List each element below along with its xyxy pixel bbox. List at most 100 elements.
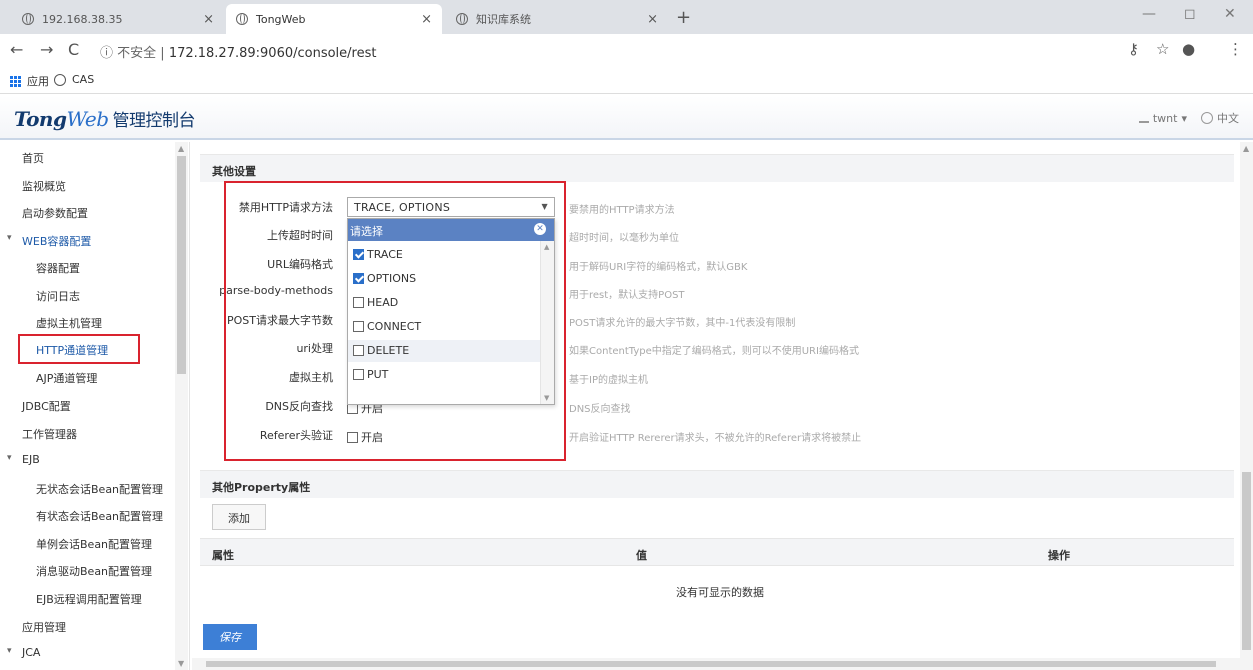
address-bar: ← → C ⓘ 不安全 | 172.18.27.89:9060/console/… (0, 34, 1253, 66)
browser-tab-1[interactable]: 192.168.38.35 × (12, 4, 224, 34)
add-button[interactable]: 添加 (212, 504, 266, 530)
tab-title: 192.168.38.35 (42, 12, 123, 26)
globe-icon (22, 13, 34, 25)
key-icon[interactable]: ⚷ (1128, 40, 1139, 58)
sidebar-item-ejb-remote[interactable]: EJB远程调用配置管理 (36, 591, 142, 607)
sidebar-item-virtual-host[interactable]: 虚拟主机管理 (36, 315, 102, 331)
section-property: 其他Property属性 (200, 470, 1234, 498)
close-icon[interactable]: × (647, 12, 658, 27)
url-text: 172.18.27.89:9060/console/rest (168, 46, 377, 61)
chevron-down-icon[interactable]: ▾ (1181, 112, 1187, 125)
insecure-label: 不安全 (117, 46, 157, 61)
sidebar-item-home[interactable]: 首页 (22, 150, 44, 166)
app-header: TongWeb 管理控制台 twnt ▾ 中文 (0, 96, 1253, 140)
logo: TongWeb 管理控制台 (14, 106, 196, 131)
sidebar-item-app-manage[interactable]: 应用管理 (22, 619, 66, 635)
sidebar-item-access-log[interactable]: 访问日志 (36, 288, 80, 304)
column-header-property[interactable]: 属性 (212, 547, 234, 563)
globe-icon (1201, 112, 1213, 124)
sidebar-item-container-config[interactable]: 容器配置 (36, 260, 80, 276)
sidebar-item-stateful-bean[interactable]: 有状态会话Bean配置管理 (36, 508, 163, 524)
sidebar-group-ejb[interactable]: ▾ EJB (7, 453, 40, 466)
close-icon[interactable]: × (203, 12, 214, 27)
scroll-down-icon[interactable]: ▼ (178, 659, 184, 668)
sidebar-group-label: EJB (22, 453, 40, 466)
user-info: twnt ▾ 中文 (1138, 110, 1239, 126)
bookmark-label: CAS (72, 73, 95, 86)
empty-table-message: 没有可显示的数据 (676, 586, 764, 599)
column-header-action[interactable]: 操作 (1048, 547, 1070, 563)
user-icon (1138, 113, 1149, 123)
restore-icon[interactable]: ◻ (1184, 6, 1196, 22)
sidebar-scrollbar[interactable]: ▲ ▼ (175, 142, 188, 670)
save-button[interactable]: 保存 (203, 624, 257, 650)
column-header-value[interactable]: 值 (636, 547, 647, 563)
scroll-thumb[interactable] (1242, 472, 1251, 650)
forward-icon[interactable]: → (40, 40, 53, 59)
sidebar-group-jca[interactable]: ▾ JCA (7, 646, 41, 659)
user-menu[interactable]: twnt (1153, 112, 1178, 125)
sidebar-item-singleton-bean[interactable]: 单例会话Bean配置管理 (36, 536, 152, 552)
sidebar-item-mdb[interactable]: 消息驱动Bean配置管理 (36, 563, 152, 579)
field-hint: 用于解码URI字符的编码格式，默认GBK (569, 262, 748, 273)
sidebar: 首页 监视概览 启动参数配置 ▾ WEB容器配置 容器配置 访问日志 虚拟主机管理… (0, 142, 190, 670)
main-content: 其他设置 禁用HTTP请求方法 上传超时时间 URL编码格式 parse-bod… (192, 142, 1240, 670)
sidebar-item-jdbc[interactable]: JDBC配置 (22, 398, 71, 414)
scroll-up-icon[interactable]: ▲ (1243, 144, 1249, 153)
logo-web: Web (66, 107, 109, 131)
field-hint: 基于IP的虚拟主机 (569, 375, 648, 386)
scroll-up-icon[interactable]: ▲ (178, 144, 184, 153)
star-icon[interactable]: ☆ (1156, 40, 1169, 58)
expand-arrow-icon: ▾ (7, 233, 12, 243)
expand-arrow-icon: ▾ (7, 646, 12, 656)
scroll-thumb[interactable] (177, 156, 186, 374)
bookmarks-bar: 应用 CAS (0, 66, 1253, 94)
logo-subtitle: 管理控制台 (112, 111, 196, 131)
tab-title: TongWeb (256, 12, 306, 26)
sidebar-item-work-manager[interactable]: 工作管理器 (22, 426, 77, 442)
field-hint: 要禁用的HTTP请求方法 (569, 205, 675, 216)
sidebar-item-stateless-bean[interactable]: 无状态会话Bean配置管理 (36, 481, 163, 497)
globe-icon (236, 13, 248, 25)
back-icon[interactable]: ← (10, 40, 23, 59)
browser-tab-3[interactable]: 知识库系统 × (446, 4, 668, 34)
field-hint: 开启验证HTTP Rererer请求头，不被允许的Referer请求将被禁止 (569, 433, 862, 444)
logo-text: Tong (14, 107, 67, 131)
info-icon: ⓘ (100, 46, 118, 61)
field-hint: 用于rest，默认支持POST (569, 290, 685, 301)
url-field[interactable]: ⓘ 不安全 | 172.18.27.89:9060/console/rest (100, 42, 376, 61)
annotation-highlight-box (224, 181, 566, 461)
url-separator: | (156, 46, 169, 61)
minimize-icon[interactable]: — (1142, 6, 1156, 22)
menu-icon[interactable]: ⋮ (1228, 40, 1243, 58)
property-table-header: 属性 值 操作 (200, 538, 1234, 566)
globe-icon (456, 13, 468, 25)
sidebar-group-label: WEB容器配置 (22, 235, 92, 248)
selection-highlight (18, 334, 140, 364)
field-hint: POST请求允许的最大字节数，其中-1代表没有限制 (569, 318, 796, 329)
sidebar-item-startup-params[interactable]: 启动参数配置 (22, 205, 88, 221)
close-icon[interactable]: × (421, 12, 432, 27)
sidebar-group-label: JCA (22, 646, 41, 659)
sidebar-item-monitor[interactable]: 监视概览 (22, 178, 66, 194)
field-hint: 超时时间，以毫秒为单位 (569, 233, 679, 244)
horizontal-scrollbar[interactable] (192, 658, 1240, 670)
bookmark-cas[interactable]: CAS (40, 73, 94, 86)
new-tab-icon[interactable]: + (676, 7, 691, 28)
field-hint: 如果ContentType中指定了编码格式，则可以不使用URI编码格式 (569, 346, 859, 357)
apps-icon (10, 75, 21, 87)
globe-icon (54, 73, 66, 86)
scroll-thumb[interactable] (206, 661, 1216, 667)
profile-icon[interactable]: ● (1182, 40, 1195, 58)
browser-tab-bar: 192.168.38.35 × TongWeb × 知识库系统 × + — ◻ … (0, 0, 1253, 34)
window-close-icon[interactable]: ✕ (1224, 6, 1236, 22)
sidebar-group-web-container[interactable]: ▾ WEB容器配置 (7, 233, 92, 249)
main-scrollbar[interactable]: ▲ (1240, 142, 1253, 670)
language-switch[interactable]: 中文 (1217, 110, 1239, 126)
expand-arrow-icon: ▾ (7, 453, 12, 463)
sidebar-item-ajp-channel[interactable]: AJP通道管理 (36, 370, 97, 386)
section-other-settings: 其他设置 (200, 154, 1234, 182)
browser-tab-2[interactable]: TongWeb × (226, 4, 442, 34)
tab-title: 知识库系统 (476, 13, 531, 26)
reload-icon[interactable]: C (68, 40, 79, 59)
